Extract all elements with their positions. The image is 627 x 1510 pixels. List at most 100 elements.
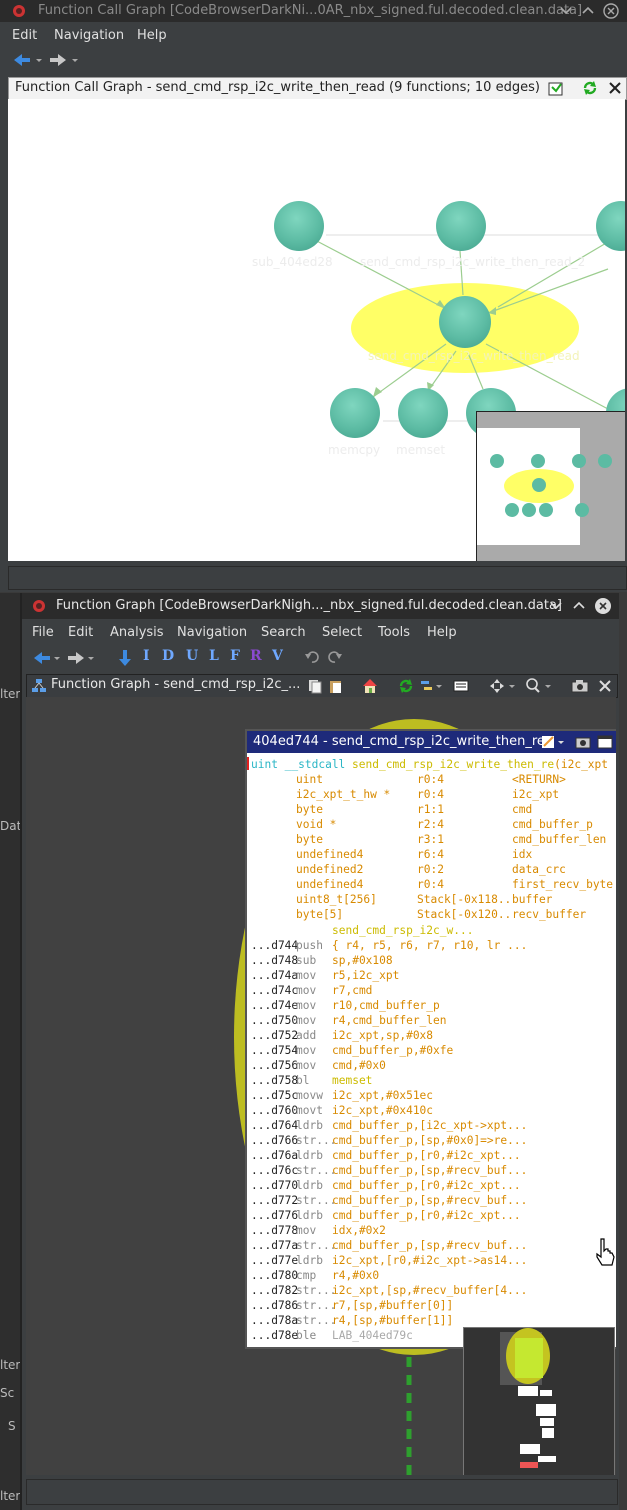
- code-block-header[interactable]: 404ed744 - send_cmd_rsp_i2c_write_then_r…: [247, 731, 616, 753]
- instruction-mnemonic[interactable]: movw: [296, 1088, 323, 1103]
- instruction-operand[interactable]: r7,cmd: [332, 983, 372, 998]
- instruction-mnemonic[interactable]: ldrb: [296, 1208, 323, 1223]
- instruction-mnemonic[interactable]: mov: [296, 1013, 316, 1028]
- undo-icon[interactable]: [304, 650, 320, 664]
- instruction-operand[interactable]: i2c_xpt,#0x410c: [332, 1103, 433, 1118]
- maximize-icon[interactable]: [580, 2, 596, 20]
- instruction-operand[interactable]: r5,i2c_xpt: [332, 968, 399, 983]
- listing-body[interactable]: uint __stdcall send_cmd_rsp_i2c_write_th…: [247, 753, 616, 1347]
- copy-icon[interactable]: [307, 678, 323, 694]
- nav-label-button[interactable]: L: [209, 648, 219, 664]
- edit-block-icon[interactable]: [541, 734, 565, 750]
- menu-search[interactable]: Search: [261, 625, 306, 640]
- menu-navigation[interactable]: Navigation: [177, 625, 247, 640]
- instruction-mnemonic[interactable]: add: [296, 1028, 316, 1043]
- panel-close-icon[interactable]: [607, 80, 623, 96]
- call-graph-minimap[interactable]: [476, 411, 625, 561]
- instruction-mnemonic[interactable]: str...: [296, 1283, 336, 1298]
- close-icon[interactable]: [594, 597, 612, 615]
- instruction-address[interactable]: ...d748: [251, 953, 298, 968]
- nav-value-button[interactable]: V: [272, 648, 283, 664]
- instruction-address[interactable]: ...d756: [251, 1058, 298, 1073]
- instruction-mnemonic[interactable]: mov: [296, 983, 316, 998]
- instruction-address[interactable]: ...d764: [251, 1118, 298, 1133]
- snapshot-icon[interactable]: [571, 678, 589, 694]
- instruction-operand[interactable]: i2c_xpt,[r0,#i2c_xpt->as14...: [332, 1253, 527, 1268]
- instruction-mnemonic[interactable]: movt: [296, 1103, 323, 1118]
- menu-edit[interactable]: Edit: [68, 625, 93, 640]
- menu-analysis[interactable]: Analysis: [110, 625, 164, 640]
- instruction-address[interactable]: ...d770: [251, 1178, 298, 1193]
- instruction-mnemonic[interactable]: mov: [296, 1058, 316, 1073]
- instruction-mnemonic[interactable]: str...: [296, 1238, 336, 1253]
- menu-tools[interactable]: Tools: [378, 625, 410, 640]
- graph-node-selected[interactable]: [439, 296, 491, 348]
- instruction-mnemonic[interactable]: ldrb: [296, 1178, 323, 1193]
- graph-node[interactable]: [330, 388, 380, 438]
- instruction-address[interactable]: ...d77a: [251, 1238, 298, 1253]
- menu-edit[interactable]: Edit: [12, 28, 37, 43]
- instruction-operand[interactable]: r4,#0x0: [332, 1268, 379, 1283]
- instruction-address[interactable]: ...d772: [251, 1193, 298, 1208]
- instruction-address[interactable]: ...d78a: [251, 1313, 298, 1328]
- redo-icon[interactable]: [327, 650, 343, 664]
- graph-node[interactable]: [436, 201, 486, 251]
- instruction-address[interactable]: ...d750: [251, 1013, 298, 1028]
- instruction-address[interactable]: ...d74a: [251, 968, 298, 983]
- maximize-block-icon[interactable]: [597, 734, 613, 750]
- export-icon[interactable]: [547, 80, 565, 97]
- minimize-icon[interactable]: [548, 598, 564, 614]
- instruction-address[interactable]: ...d752: [251, 1028, 298, 1043]
- instruction-mnemonic[interactable]: ble: [296, 1328, 316, 1343]
- instruction-operand[interactable]: sp,#0x108: [332, 953, 393, 968]
- instruction-operand[interactable]: { r4, r5, r6, r7, r10, lr ...: [332, 938, 527, 953]
- instruction-operand[interactable]: idx,#0x2: [332, 1223, 386, 1238]
- instruction-address[interactable]: ...d74e: [251, 998, 298, 1013]
- instruction-operand[interactable]: cmd_buffer_p,[i2c_xpt->xpt...: [332, 1118, 527, 1133]
- instruction-mnemonic[interactable]: str...: [296, 1133, 336, 1148]
- instruction-operand[interactable]: cmd_buffer_p,[sp,#recv_buf...: [332, 1238, 527, 1253]
- instruction-address[interactable]: ...d766: [251, 1133, 298, 1148]
- instruction-operand[interactable]: cmd_buffer_p,[r0,#i2c_xpt...: [332, 1208, 521, 1223]
- instruction-mnemonic[interactable]: ldrb: [296, 1148, 323, 1163]
- graph-node[interactable]: [274, 201, 324, 251]
- call-graph-titlebar[interactable]: Function Call Graph [CodeBrowserDarkNi..…: [0, 0, 627, 22]
- instruction-mnemonic[interactable]: cmp: [296, 1268, 316, 1283]
- instruction-operand[interactable]: memset: [332, 1073, 372, 1088]
- instruction-address[interactable]: ...d780: [251, 1268, 298, 1283]
- instruction-operand[interactable]: cmd,#0x0: [332, 1058, 386, 1073]
- instruction-operand[interactable]: cmd_buffer_p,#0xfe: [332, 1043, 453, 1058]
- nav-function-button[interactable]: F: [230, 648, 240, 664]
- panel-close-icon[interactable]: [597, 678, 613, 694]
- instruction-address[interactable]: ...d77e: [251, 1253, 298, 1268]
- function-graph-minimap[interactable]: [463, 1327, 615, 1475]
- instruction-mnemonic[interactable]: bl: [296, 1073, 309, 1088]
- instruction-mnemonic[interactable]: str...: [296, 1193, 336, 1208]
- instruction-operand[interactable]: LAB_404ed79c: [332, 1328, 413, 1343]
- instruction-operand[interactable]: cmd_buffer_p,[sp,#0x0]=>re...: [332, 1133, 527, 1148]
- instruction-address[interactable]: ...d754: [251, 1043, 298, 1058]
- back-arrow-icon[interactable]: [12, 51, 42, 69]
- forward-arrow-icon[interactable]: [66, 649, 96, 667]
- menu-navigation[interactable]: Navigation: [54, 28, 124, 43]
- instruction-mnemonic[interactable]: str...: [296, 1313, 336, 1328]
- code-block-listing[interactable]: 404ed744 - send_cmd_rsp_i2c_write_then_r…: [245, 729, 616, 1349]
- back-arrow-icon[interactable]: [32, 649, 62, 667]
- instruction-mnemonic[interactable]: mov: [296, 1043, 316, 1058]
- nav-instruction-button[interactable]: I: [143, 648, 150, 664]
- instruction-operand[interactable]: i2c_xpt,[sp,#recv_buffer[4...: [332, 1283, 527, 1298]
- menu-select[interactable]: Select: [322, 625, 362, 640]
- instruction-operand[interactable]: r10,cmd_buffer_p: [332, 998, 440, 1013]
- instruction-address[interactable]: ...d776: [251, 1208, 298, 1223]
- instruction-address[interactable]: ...d786: [251, 1298, 298, 1313]
- forward-arrow-icon[interactable]: [48, 51, 78, 69]
- instruction-address[interactable]: ...d74c: [251, 983, 298, 998]
- call-graph-canvas[interactable]: sub_404ed28 send_cmd_rsp_i2c_write_then_…: [8, 99, 625, 561]
- instruction-address[interactable]: ...d75c: [251, 1088, 298, 1103]
- instruction-address[interactable]: ...d76a: [251, 1148, 298, 1163]
- instruction-operand[interactable]: cmd_buffer_p,[r0,#i2c_xpt...: [332, 1148, 521, 1163]
- refresh-icon[interactable]: [397, 677, 415, 695]
- menu-file[interactable]: File: [32, 625, 54, 640]
- instruction-address[interactable]: ...d78e: [251, 1328, 298, 1343]
- nav-data-button[interactable]: D: [162, 648, 174, 664]
